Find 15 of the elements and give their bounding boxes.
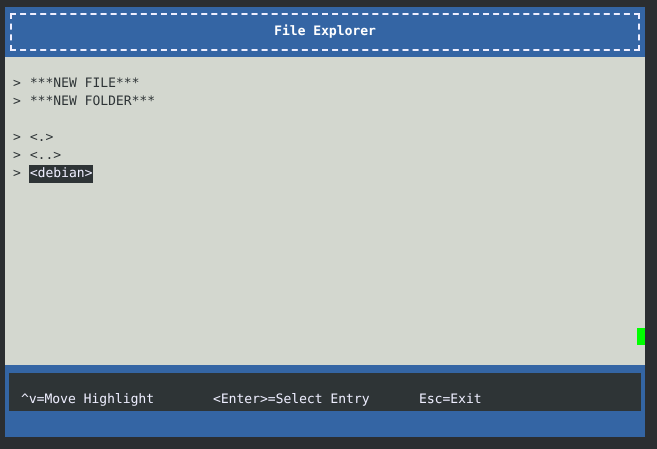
entry-marker: > xyxy=(13,75,21,93)
entry-marker: > xyxy=(13,147,21,165)
terminal-cursor xyxy=(637,328,645,345)
entry-marker: > xyxy=(13,129,21,147)
file-entry[interactable]: ***NEW FILE*** xyxy=(28,75,140,93)
file-entry[interactable]: <debian> xyxy=(28,165,94,183)
entry-marker: > xyxy=(13,93,21,111)
window-title: File Explorer xyxy=(274,23,376,42)
key-hint: Esc=Exit xyxy=(419,390,482,408)
entry-marker: > xyxy=(13,165,21,183)
file-entry[interactable]: ***NEW FOLDER*** xyxy=(28,93,156,111)
key-hint: ^v=Move Highlight xyxy=(21,390,156,408)
file-entry[interactable]: <..> xyxy=(28,147,62,165)
key-hint: <Enter>=Select Entry xyxy=(213,390,371,408)
file-entry[interactable]: <.> xyxy=(28,129,54,147)
